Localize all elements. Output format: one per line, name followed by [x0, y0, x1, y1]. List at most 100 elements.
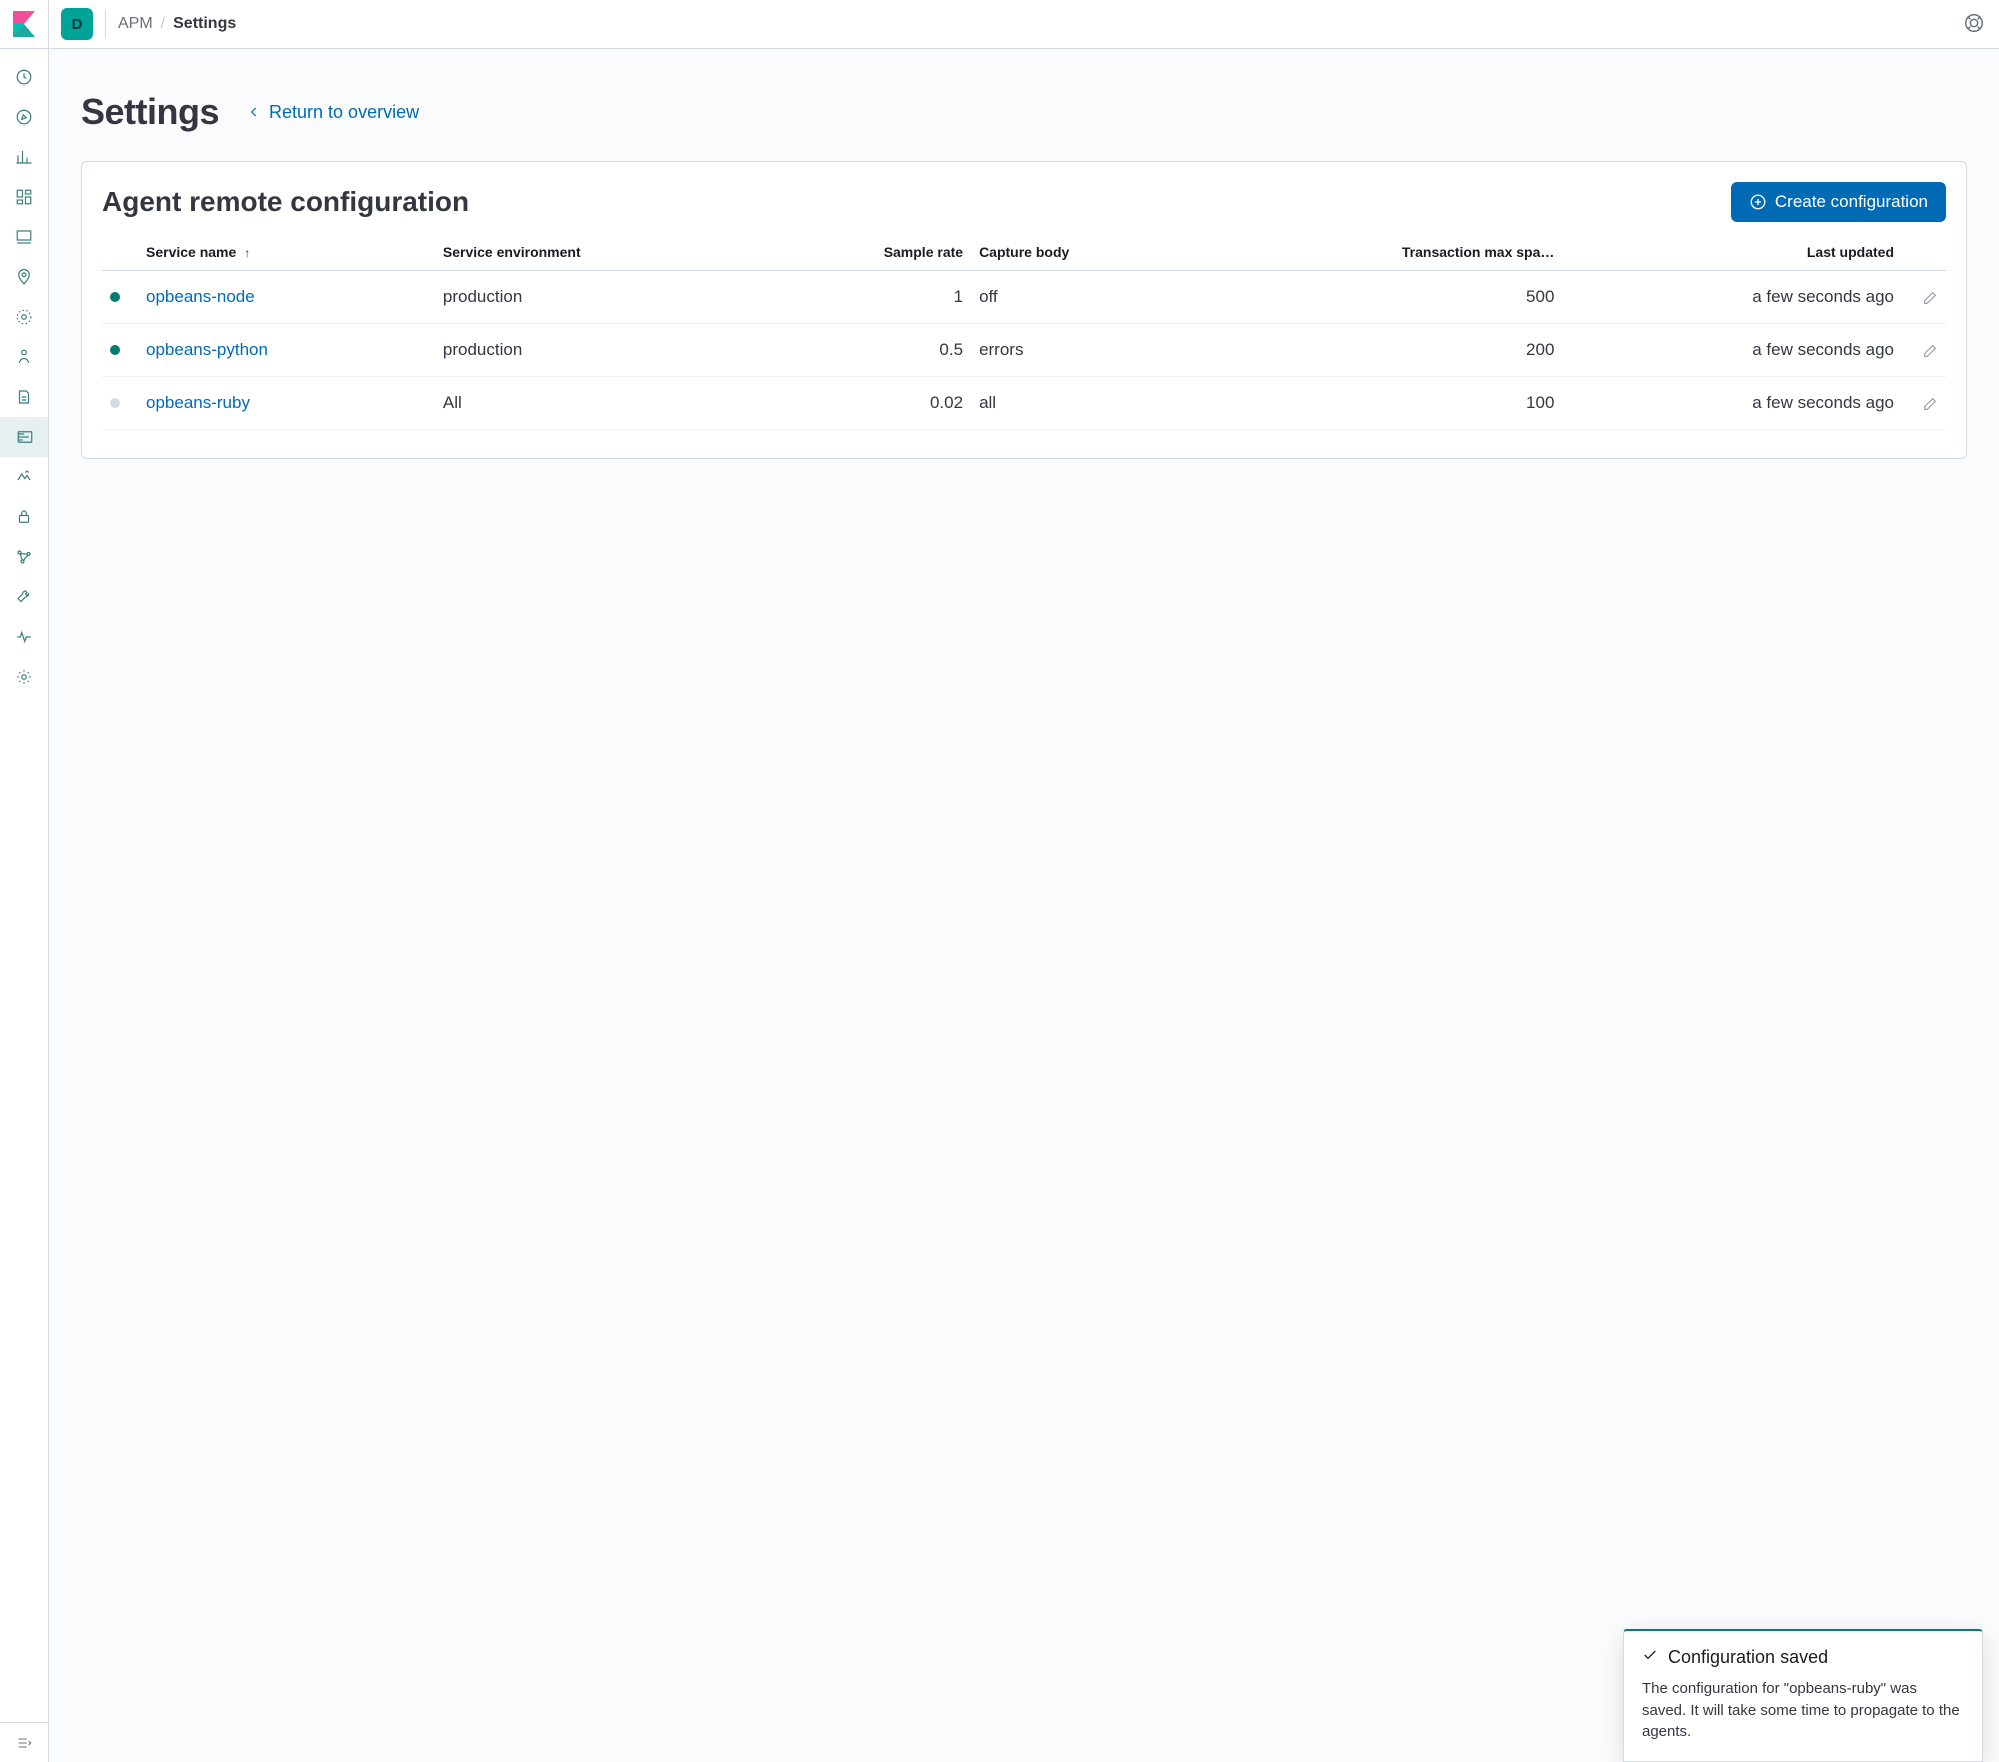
- nav-graph[interactable]: [0, 537, 48, 577]
- cell-sample-rate: 0.5: [766, 324, 971, 377]
- nav-ml[interactable]: [0, 297, 48, 337]
- col-service-name-label: Service name: [146, 244, 236, 260]
- nav-maps[interactable]: [0, 257, 48, 297]
- sort-asc-icon: ↑: [244, 246, 250, 260]
- panel-header: Agent remote configuration Create config…: [102, 182, 1946, 222]
- recent-icon: [15, 68, 33, 86]
- discover-icon: [15, 108, 33, 126]
- col-last-updated[interactable]: Last updated: [1562, 234, 1902, 271]
- return-to-overview-link[interactable]: Return to overview: [247, 102, 419, 123]
- configurations-table: Service name ↑ Service environment Sampl…: [102, 234, 1946, 430]
- create-configuration-label: Create configuration: [1775, 192, 1928, 212]
- visualize-icon: [15, 148, 33, 166]
- nav-apm[interactable]: [0, 417, 48, 457]
- nav-dashboard[interactable]: [0, 177, 48, 217]
- nav-canvas[interactable]: [0, 217, 48, 257]
- page: Settings Return to overview Agent remote…: [49, 49, 1999, 1762]
- cell-sample-rate: 1: [766, 271, 971, 324]
- service-link[interactable]: opbeans-ruby: [146, 393, 250, 412]
- nav-uptime[interactable]: [0, 457, 48, 497]
- return-link-label: Return to overview: [269, 102, 419, 123]
- edit-button[interactable]: [1922, 343, 1938, 359]
- nav-monitoring[interactable]: [0, 617, 48, 657]
- siem-icon: [15, 508, 33, 526]
- cell-capture-body: off: [971, 271, 1200, 324]
- table-head: Service name ↑ Service environment Sampl…: [102, 234, 1946, 271]
- graph-icon: [15, 548, 33, 566]
- breadcrumb-apm[interactable]: APM: [118, 15, 153, 33]
- logs-icon: [15, 388, 33, 406]
- cell-last-updated: a few seconds ago: [1562, 377, 1902, 430]
- page-header: Settings Return to overview: [81, 91, 1967, 133]
- cell-sample-rate: 0.02: [766, 377, 971, 430]
- table-row: opbeans-pythonproduction0.5errors200a fe…: [102, 324, 1946, 377]
- cell-max-spans: 500: [1200, 271, 1563, 324]
- infrastructure-icon: [15, 348, 33, 366]
- monitoring-icon: [15, 628, 33, 646]
- chevron-left-icon: [247, 105, 261, 119]
- nav-discover[interactable]: [0, 97, 48, 137]
- col-sample-rate[interactable]: Sample rate: [766, 234, 971, 271]
- table-row: opbeans-node production1off500a few secon…: [102, 271, 1946, 324]
- table-row: opbeans-rubyAll0.02all100a few seconds a…: [102, 377, 1946, 430]
- status-dot: [110, 345, 120, 355]
- space-selector[interactable]: D: [61, 8, 93, 40]
- toast-title: Configuration saved: [1668, 1647, 1828, 1668]
- nav-devtools[interactable]: [0, 577, 48, 617]
- cell-service: opbeans-node: [138, 271, 435, 324]
- check-icon: [1642, 1647, 1658, 1668]
- cell-service: opbeans-python: [138, 324, 435, 377]
- col-status: [102, 234, 138, 271]
- dashboard-icon: [15, 188, 33, 206]
- newsfeed-button[interactable]: [1963, 12, 1987, 36]
- nav-siem[interactable]: [0, 497, 48, 537]
- cell-status: [102, 324, 138, 377]
- cell-environment: production: [435, 324, 766, 377]
- devtools-icon: [15, 588, 33, 606]
- panel-title: Agent remote configuration: [102, 186, 469, 218]
- service-link[interactable]: opbeans-node: [146, 287, 255, 306]
- rail-items: [0, 49, 48, 1722]
- kibana-logo-icon: [13, 11, 35, 37]
- col-environment[interactable]: Service environment: [435, 234, 766, 271]
- agent-config-panel: Agent remote configuration Create config…: [81, 161, 1967, 459]
- pencil-icon: [1922, 290, 1938, 306]
- edit-button[interactable]: [1922, 396, 1938, 412]
- left-nav-rail: [0, 0, 49, 1762]
- toast-success: Configuration saved The configuration fo…: [1623, 1629, 1983, 1762]
- nav-logs[interactable]: [0, 377, 48, 417]
- service-link[interactable]: opbeans-python: [146, 340, 268, 359]
- plus-circle-icon: [1749, 193, 1767, 211]
- cell-actions: [1902, 271, 1946, 324]
- breadcrumb-sep: /: [161, 15, 165, 33]
- cell-service: opbeans-ruby: [138, 377, 435, 430]
- col-capture-body[interactable]: Capture body: [971, 234, 1200, 271]
- uptime-icon: [15, 468, 33, 486]
- nav-visualize[interactable]: [0, 137, 48, 177]
- cell-last-updated: a few seconds ago: [1562, 324, 1902, 377]
- rail-collapse-toggle[interactable]: [0, 1722, 48, 1762]
- cell-status: [102, 271, 138, 324]
- nav-management[interactable]: [0, 657, 48, 697]
- cell-capture-body: all: [971, 377, 1200, 430]
- status-dot: [110, 292, 120, 302]
- cell-last-updated: a few seconds ago: [1562, 271, 1902, 324]
- cell-status: [102, 377, 138, 430]
- kibana-logo[interactable]: [0, 0, 49, 49]
- toast-body: The configuration for "opbeans-ruby" was…: [1642, 1678, 1964, 1743]
- cell-actions: [1902, 377, 1946, 430]
- pencil-icon: [1922, 343, 1938, 359]
- top-chrome: D APM / Settings: [49, 0, 1999, 49]
- nav-infrastructure[interactable]: [0, 337, 48, 377]
- col-service-name[interactable]: Service name ↑: [138, 234, 435, 271]
- col-max-spans[interactable]: Transaction max spa…: [1200, 234, 1563, 271]
- cell-environment: production: [435, 271, 766, 324]
- create-configuration-button[interactable]: Create configuration: [1731, 182, 1946, 222]
- edit-button[interactable]: [1922, 290, 1938, 306]
- chrome-divider: [105, 10, 106, 38]
- status-dot: [110, 398, 120, 408]
- collapse-icon: [16, 1735, 32, 1751]
- nav-recent[interactable]: [0, 57, 48, 97]
- canvas-icon: [15, 228, 33, 246]
- col-actions: [1902, 234, 1946, 271]
